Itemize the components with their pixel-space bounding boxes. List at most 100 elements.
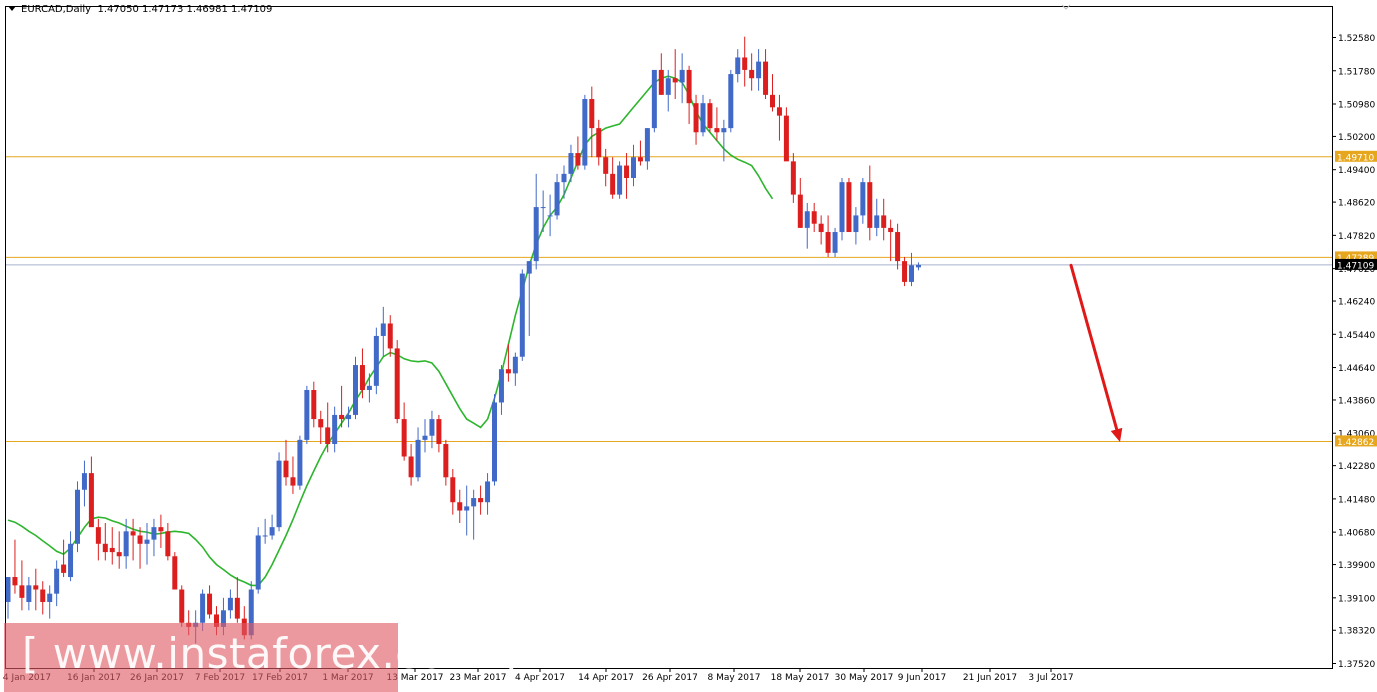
candle xyxy=(797,177,803,228)
candle-body xyxy=(735,57,741,75)
candle xyxy=(297,435,303,490)
candle-body xyxy=(763,61,769,95)
candle-body xyxy=(749,69,755,79)
candle xyxy=(109,527,115,565)
candle xyxy=(227,589,233,619)
candle xyxy=(47,585,53,619)
candle-body xyxy=(137,535,143,544)
candle xyxy=(387,315,393,357)
candle xyxy=(255,527,261,594)
candle-body xyxy=(860,182,866,216)
candle xyxy=(554,173,560,220)
candle xyxy=(902,256,908,287)
candle-body xyxy=(366,385,372,390)
candle xyxy=(304,385,310,445)
candle-body xyxy=(373,335,379,386)
candle-body xyxy=(596,128,602,158)
candle-body xyxy=(874,215,880,228)
candle xyxy=(825,215,831,257)
chart-header: EURCAD,Daily 1.47050 1.47173 1.46981 1.4… xyxy=(8,4,272,15)
candle xyxy=(325,402,331,453)
y-tick-label: 1.38320 xyxy=(1338,627,1375,637)
candle-body xyxy=(47,593,53,602)
x-tick-label: 3 Jul 2017 xyxy=(1028,673,1073,683)
candle xyxy=(860,177,866,224)
candle-body xyxy=(276,460,282,528)
candle-body xyxy=(464,506,470,511)
candle-body xyxy=(881,215,887,228)
candle xyxy=(790,153,796,203)
candle xyxy=(471,489,477,540)
level-price-tag: 1.42862 xyxy=(1337,438,1374,448)
candle-body xyxy=(665,78,671,95)
candle-body xyxy=(346,414,352,420)
y-tick-label: 1.47820 xyxy=(1338,232,1375,242)
y-tick-label: 1.39100 xyxy=(1338,594,1375,604)
candle xyxy=(881,198,887,241)
candle-body xyxy=(144,539,150,544)
y-tick-label: 1.50200 xyxy=(1338,133,1375,143)
candle xyxy=(450,468,456,515)
candle-body xyxy=(102,543,108,553)
candle xyxy=(707,99,713,133)
candle-body xyxy=(19,585,25,598)
candle-body xyxy=(540,207,546,209)
candle-body xyxy=(109,547,115,553)
candle-body xyxy=(151,527,157,540)
candle-body xyxy=(227,597,233,611)
candle-body xyxy=(714,128,720,133)
candle xyxy=(144,523,150,565)
candle xyxy=(568,144,574,183)
candle-body xyxy=(304,389,310,440)
candle-body xyxy=(742,57,748,70)
y-tick-label: 1.40680 xyxy=(1338,529,1375,539)
candle-body xyxy=(644,128,650,162)
candle-body xyxy=(846,182,852,233)
candle-body xyxy=(672,78,678,83)
candle-body xyxy=(394,348,400,420)
y-tick-label: 1.44640 xyxy=(1338,364,1375,374)
candle xyxy=(533,173,539,270)
candle-body xyxy=(422,435,428,440)
candle-body xyxy=(5,577,11,602)
candle-body xyxy=(533,207,539,262)
candle xyxy=(311,381,317,428)
candle-body xyxy=(61,564,67,573)
candle xyxy=(519,269,525,361)
candle xyxy=(846,177,852,233)
candle xyxy=(728,69,734,133)
candle xyxy=(735,49,741,83)
dropdown-icon[interactable] xyxy=(8,6,16,11)
candle-body xyxy=(603,157,609,174)
candle-body xyxy=(686,69,692,104)
candle xyxy=(359,348,365,399)
candle xyxy=(526,261,532,336)
candle xyxy=(130,518,136,561)
y-tick-label: 1.43860 xyxy=(1338,396,1375,406)
candle-body xyxy=(387,323,393,349)
candle-body xyxy=(505,369,511,374)
candle xyxy=(832,227,838,257)
candle-body xyxy=(318,419,324,428)
candle-body xyxy=(415,439,421,478)
candle-body xyxy=(332,414,338,445)
candle xyxy=(332,406,338,453)
candle xyxy=(631,144,636,187)
x-tick-label: 14 Apr 2017 xyxy=(578,673,634,683)
candle xyxy=(394,340,400,424)
candle xyxy=(756,49,762,91)
candle-body xyxy=(575,153,581,166)
candle xyxy=(783,107,789,162)
candle-body xyxy=(269,527,275,536)
candle-body xyxy=(339,414,345,420)
y-tick-label: 1.49400 xyxy=(1338,166,1375,176)
candle xyxy=(804,202,810,249)
candle-body xyxy=(693,103,699,133)
candle-body xyxy=(450,477,456,503)
candle xyxy=(637,140,643,166)
candle-body xyxy=(651,69,657,129)
price-chart[interactable]: 1.52580 1.51780 1.50980 1.50200 1.49400 1.486… xyxy=(0,0,1377,692)
candle-body xyxy=(26,585,32,602)
candle-body xyxy=(637,157,643,162)
candle xyxy=(749,53,755,91)
